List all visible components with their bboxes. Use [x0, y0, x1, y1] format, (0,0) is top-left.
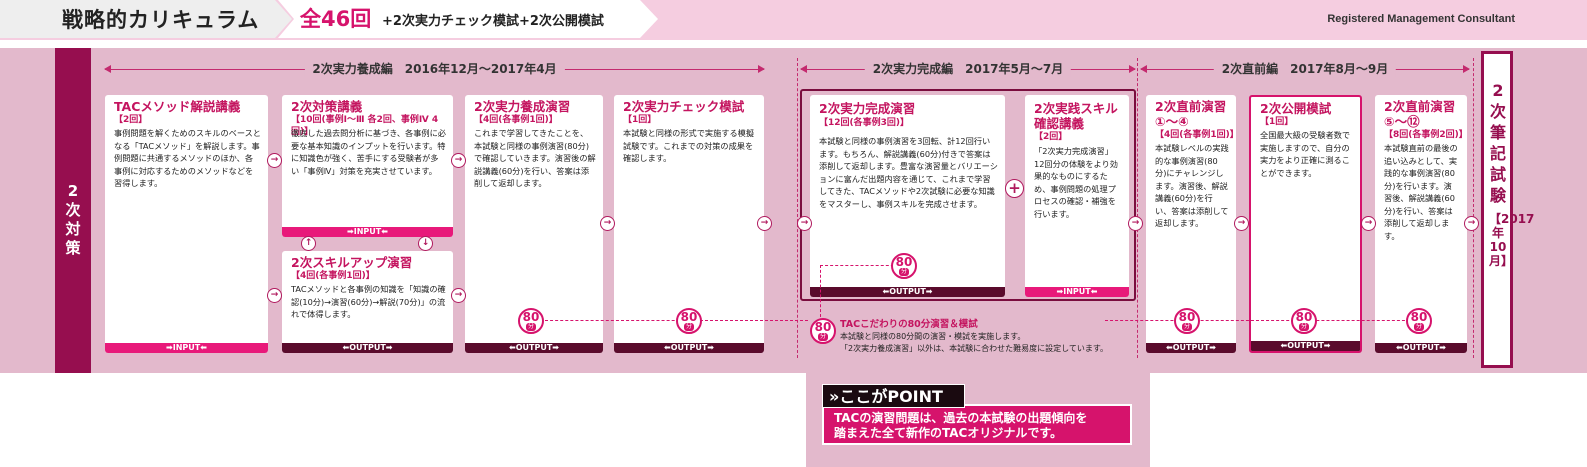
eighty-minute-note: TACこだわりの80分演習＆模試 本試験と同様の80分間の演習・模試を実施します… — [840, 319, 1108, 355]
phase-chokuzen-label: 2次直前編 2017年8月〜9月 — [1213, 60, 1397, 77]
point-line: 踏まえた全て新作のTACオリジナルです。 — [834, 426, 1063, 440]
arrow-right-icon: → — [1464, 216, 1479, 231]
arrow-right-icon: → — [267, 288, 282, 303]
course-title: 2次実力チェック模試 — [623, 99, 745, 114]
point-tag: »ここがPOINT — [822, 384, 965, 408]
point-line: TACの演習問題は、過去の本試験の出題傾向を — [834, 411, 1088, 425]
phase-yosei-label: 2次実力養成編 2016年12月〜2017年4月 — [304, 60, 565, 77]
course-sessions: 【1回】 — [1260, 117, 1294, 127]
exam-title: 2次筆記試験 — [1489, 81, 1506, 205]
arrow-right-icon: → — [267, 153, 282, 168]
output-strip: ⬅OUTPUT➡ — [282, 343, 453, 353]
course-sessions: 【8回(各事例2回)】 — [1384, 130, 1467, 140]
arrow-right-icon: → — [797, 216, 812, 231]
course-desc: 本試験直前の最後の追い込みとして、実践的な事例演習(80分)を行います。演習後、… — [1384, 143, 1458, 241]
arrow-right-icon: → — [1234, 216, 1249, 231]
course-sessions: 【4回(各事例1回)】 — [474, 115, 558, 125]
course-desc: 全国最大級の受験者数で実施しますので、自分の実力をより正確に測ることができます。 — [1260, 130, 1351, 178]
total-sessions: 全46回 — [300, 7, 372, 31]
output-strip: ⬅OUTPUT➡ — [1146, 343, 1236, 353]
phase-divider — [1137, 58, 1138, 358]
phase-kansei: 2次実力完成編 2017年5月〜7月 — [800, 60, 1136, 78]
badge-connector — [1105, 320, 1415, 321]
eighty-minute-badge: 80 分 — [1406, 308, 1432, 334]
output-strip: ⬅OUTPUT➡ — [1375, 343, 1467, 353]
course-sessions: 【1回】 — [623, 115, 657, 125]
course-skillup: 2次スキルアップ演習 【4回(各事例1回)】 TACメソッドと各事例の知識を「知… — [282, 251, 453, 353]
arrow-right-icon: → — [600, 216, 615, 231]
output-strip: ⬅OUTPUT➡ — [614, 343, 764, 353]
course-desc: 本試験レベルの実践的な事例演習(80分)にチャレンジします。演習後、解説講義(6… — [1155, 143, 1229, 228]
course-tac-method: TACメソッド解説講義 【2回】 事例問題を解くためのスキルのベースとなる「TA… — [105, 95, 268, 353]
badge-connector — [700, 320, 808, 321]
arrow-right-icon: → — [757, 216, 772, 231]
course-title: 2次対策講義 — [291, 99, 363, 114]
course-title: 2次直前演習①〜④ — [1155, 99, 1227, 129]
output-strip: ⬅OUTPUT➡ — [810, 287, 1005, 297]
point-message-box: TACの演習問題は、過去の本試験の出題傾向を 踏まえた全て新作のTACオリジナル… — [822, 404, 1132, 445]
eighty-minute-badge: 80 分 — [676, 308, 702, 334]
header-title-block: 戦略的カリキュラム — [0, 0, 292, 38]
plus-icon: + — [1005, 179, 1024, 198]
eighty-minute-badge: 80 分 — [810, 318, 836, 344]
left-label: 2次対策 — [65, 182, 81, 257]
course-sessions: 【4回(各事例1回)】 — [1155, 130, 1236, 140]
badge-connector — [820, 265, 821, 317]
course-title: 2次実力完成演習 — [819, 101, 916, 116]
phase-divider — [797, 58, 798, 358]
arrow-right-icon: → — [1361, 216, 1376, 231]
course-desc: 事例問題を解くためのスキルのベースとなる「TACメソッド」を解説します。事例問題… — [114, 128, 261, 188]
page-title: 戦略的カリキュラム — [62, 8, 260, 32]
phase-chokuzen: 2次直前編 2017年8月〜9月 — [1140, 60, 1470, 78]
arrow-up-icon: ↑ — [301, 236, 316, 251]
input-strip: ➡INPUT⬅ — [1025, 287, 1129, 297]
course-sessions: 【2回】 — [1034, 132, 1068, 142]
course-title: 2次公開模試 — [1260, 101, 1332, 116]
course-desc: TACメソッドと各事例の知識を「知識の確認(10分)→演習(60分)→解説(70… — [291, 284, 446, 319]
course-desc: 「2次実力完成演習」12回分の体験をより効果的なものにするため、事例問題の処理プ… — [1034, 146, 1118, 219]
output-strip: ⬅OUTPUT➡ — [465, 343, 603, 353]
course-desc: 徹底した過去問分析に基づき、各事例に必要な基本知識のインプットを行います。特に知… — [291, 128, 446, 176]
course-sessions: 【2回】 — [114, 115, 148, 125]
arrow-right-icon: → — [451, 153, 466, 168]
course-taisaku: 2次対策講義 【10回(事例Ⅰ〜Ⅲ 各2回、事例Ⅳ 4回)】 徹底した過去問分析… — [282, 95, 453, 237]
left-label-column: 2次対策 — [55, 48, 91, 373]
eighty-minute-badge: 80 分 — [518, 308, 544, 334]
header-subtitle: +2次実力チェック模試+2次公開模試 — [382, 14, 604, 29]
course-title: TACメソッド解説講義 — [114, 99, 241, 114]
arrow-down-icon: ↓ — [418, 236, 433, 251]
output-strip: ⬅OUTPUT➡ — [1251, 341, 1360, 351]
course-title: 2次実力養成演習 — [474, 99, 571, 114]
course-jissen: 2次実践スキル確認講義 【2回】 「2次実力完成演習」12回分の体験をより効果的… — [1025, 95, 1129, 297]
phase-yosei: 2次実力養成編 2016年12月〜2017年4月 — [104, 60, 765, 78]
course-title: 2次スキルアップ演習 — [291, 255, 413, 270]
header-right-label: Registered Management Consultant — [1327, 13, 1515, 25]
exam-column: 2次筆記試験 【2017年10月】 — [1481, 51, 1535, 368]
phase-divider — [1473, 58, 1474, 358]
eighty-minute-badge: 80 分 — [1174, 308, 1200, 334]
course-desc: これまで学習してきたことを、本試験と同様の事例演習(80分)で確認していきます。… — [474, 128, 596, 188]
arrow-right-icon: → — [451, 288, 466, 303]
course-sessions: 【12回(各事例3回)】 — [819, 118, 910, 128]
note-title: TACこだわりの80分演習＆模試 — [840, 319, 978, 330]
eighty-minute-badge: 80 分 — [891, 253, 917, 279]
course-title: 2次実践スキル確認講義 — [1034, 101, 1118, 131]
phase-kansei-label: 2次実力完成編 2017年5月〜7月 — [864, 60, 1072, 77]
course-sessions: 【4回(各事例1回)】 — [291, 271, 375, 281]
course-title: 2次直前演習⑤〜⑫ — [1384, 99, 1456, 129]
header-summary-block: 全46回 +2次実力チェック模試+2次公開模試 — [278, 0, 658, 38]
input-strip: ➡INPUT⬅ — [105, 343, 268, 353]
note-line: 「2次実力養成演習」以外は、本試験に合わせた難易度に設定しています。 — [840, 344, 1109, 353]
note-line: 本試験と同様の80分間の演習・模試を実施します。 — [840, 332, 1026, 341]
exam-date: 【2017年10月】 — [1489, 212, 1535, 268]
course-desc: 本試験と同様の事例演習を3回転、計12回行います。もちろん、解説講義(60分)付… — [819, 136, 998, 209]
eighty-minute-badge: 80 分 — [1291, 308, 1317, 334]
course-desc: 本試験と同様の形式で実施する模擬試験です。これまでの対策の成果を確認します。 — [623, 128, 755, 163]
arrow-right-icon: → — [1128, 216, 1143, 231]
